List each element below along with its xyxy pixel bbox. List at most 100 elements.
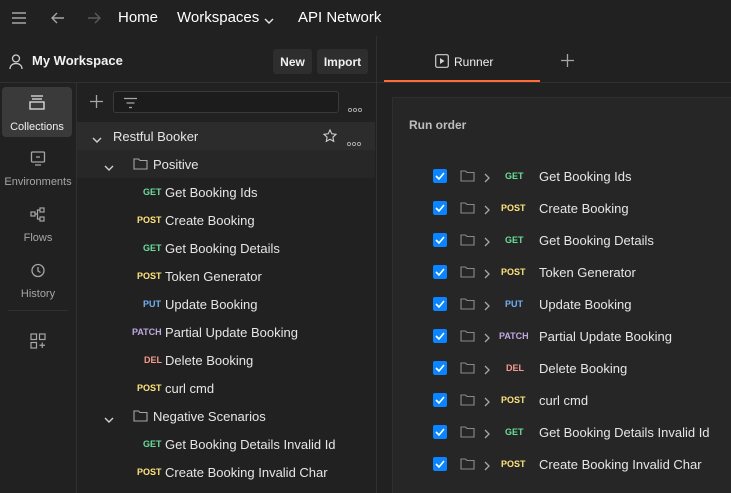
run-item: GET Get Booking Details Invalid Id — [393, 416, 731, 448]
chevron-down-icon[interactable] — [104, 160, 114, 175]
rail-separator — [8, 310, 68, 311]
folder-icon — [133, 409, 148, 425]
folder-icon — [460, 169, 475, 185]
rail-environments[interactable]: Environments — [0, 151, 76, 188]
folder-icon — [460, 329, 475, 345]
import-button[interactable]: Import — [317, 49, 368, 74]
new-button[interactable]: New — [273, 49, 312, 74]
method-badge: POST — [137, 271, 162, 281]
chevron-right-icon[interactable] — [484, 459, 490, 474]
method-badge: DEL — [506, 363, 524, 373]
run-item-checkbox[interactable] — [433, 361, 447, 375]
request-row[interactable]: POST Token Generator — [77, 262, 375, 290]
chevron-right-icon[interactable] — [484, 363, 490, 378]
request-name: Create Booking Invalid Char — [165, 465, 328, 480]
method-badge: POST — [501, 459, 526, 469]
rail-label-history: History — [20, 288, 56, 300]
request-name: Get Booking Details — [165, 241, 280, 256]
collection-row[interactable]: Restful Booker — [77, 122, 375, 150]
history-icon — [30, 263, 46, 283]
more-options-icon[interactable] — [346, 134, 362, 149]
request-row[interactable]: PATCH Partial Update Booking — [77, 318, 375, 346]
chevron-down-icon[interactable] — [104, 412, 114, 427]
run-item-checkbox[interactable] — [433, 297, 447, 311]
run-item-checkbox[interactable] — [433, 457, 447, 471]
chevron-right-icon[interactable] — [484, 299, 490, 314]
nav-home[interactable]: Home — [118, 9, 158, 26]
folder-row[interactable]: Negative Scenarios — [77, 402, 375, 430]
chevron-right-icon[interactable] — [484, 427, 490, 442]
user-icon — [9, 54, 23, 75]
rail-configure[interactable] — [0, 333, 76, 354]
request-row[interactable]: GET Get Booking Ids — [77, 178, 375, 206]
run-item: POST Create Booking Invalid Char — [393, 448, 731, 480]
method-badge: PATCH — [132, 327, 162, 337]
request-name: Update Booking — [165, 297, 258, 312]
tab-runner[interactable]: Runner — [384, 44, 540, 82]
run-item-checkbox[interactable] — [433, 233, 447, 247]
folder-row[interactable]: Positive — [77, 150, 375, 178]
chevron-right-icon[interactable] — [484, 395, 490, 410]
folder-icon — [133, 157, 148, 173]
method-badge: PUT — [143, 299, 161, 309]
rail-label-environments: Environments — [4, 176, 72, 188]
request-row[interactable]: POST Create Booking — [77, 206, 375, 234]
chevron-down-icon[interactable] — [92, 132, 102, 147]
run-item-name: Create Booking Invalid Char — [539, 457, 702, 472]
method-badge: GET — [505, 235, 524, 245]
nav-workspaces[interactable]: Workspaces — [177, 9, 259, 26]
request-row[interactable]: POST curl cmd — [77, 374, 375, 402]
chevron-right-icon[interactable] — [484, 171, 490, 186]
new-tab-icon[interactable] — [561, 54, 574, 72]
method-badge: POST — [501, 203, 526, 213]
request-row[interactable]: POST Create Booking Invalid Char — [77, 458, 375, 486]
back-arrow-icon[interactable] — [48, 8, 68, 28]
tabs-divider — [377, 82, 731, 83]
method-badge: PATCH — [499, 331, 529, 341]
run-item: GET Get Booking Ids — [393, 160, 731, 192]
request-row[interactable]: GET Get Booking Details Invalid Id — [77, 430, 375, 458]
run-item: POST Token Generator — [393, 256, 731, 288]
collection-tree: Restful Booker Positive GET Get Booking I… — [77, 86, 375, 493]
run-item-checkbox[interactable] — [433, 393, 447, 407]
rail-flows[interactable]: Flows — [0, 207, 76, 244]
chevron-right-icon[interactable] — [484, 203, 490, 218]
rail-history[interactable]: History — [0, 263, 76, 300]
run-item-name: Get Booking Details Invalid Id — [539, 425, 710, 440]
chevron-right-icon[interactable] — [484, 267, 490, 282]
folder-name: Positive — [153, 157, 199, 172]
method-badge: GET — [143, 187, 162, 197]
chevron-down-icon[interactable] — [264, 12, 274, 30]
run-item-checkbox[interactable] — [433, 329, 447, 343]
run-item: GET Get Booking Details — [393, 224, 731, 256]
method-badge: POST — [501, 395, 526, 405]
forward-arrow-icon[interactable] — [84, 8, 104, 28]
run-item: PUT Update Booking — [393, 288, 731, 320]
method-badge: POST — [137, 467, 162, 477]
run-item-checkbox[interactable] — [433, 265, 447, 279]
method-badge: GET — [143, 243, 162, 253]
request-name: Get Booking Ids — [165, 185, 258, 200]
header-divider — [0, 82, 376, 83]
chevron-right-icon[interactable] — [484, 235, 490, 250]
run-order-panel: Run order GET Get Booking Ids POST Creat… — [392, 97, 731, 493]
chevron-right-icon[interactable] — [484, 331, 490, 346]
method-badge: GET — [143, 439, 162, 449]
run-item-name: Token Generator — [539, 265, 636, 280]
nav-api-network[interactable]: API Network — [298, 9, 381, 26]
request-row[interactable]: DEL Delete Booking — [77, 346, 375, 374]
request-row[interactable]: GET Get Booking Details — [77, 234, 375, 262]
run-item-checkbox[interactable] — [433, 425, 447, 439]
run-item-checkbox[interactable] — [433, 169, 447, 183]
collection-name: Restful Booker — [113, 129, 199, 144]
folder-icon — [460, 457, 475, 473]
run-item-checkbox[interactable] — [433, 201, 447, 215]
workspace-title: My Workspace — [32, 53, 123, 68]
method-badge: POST — [501, 267, 526, 277]
request-row[interactable]: PUT Update Booking — [77, 290, 375, 318]
star-icon[interactable] — [322, 128, 338, 146]
method-badge: POST — [137, 215, 162, 225]
folder-icon — [460, 425, 475, 441]
menu-icon[interactable] — [9, 8, 29, 28]
rail-collections[interactable]: Collections — [2, 87, 72, 137]
